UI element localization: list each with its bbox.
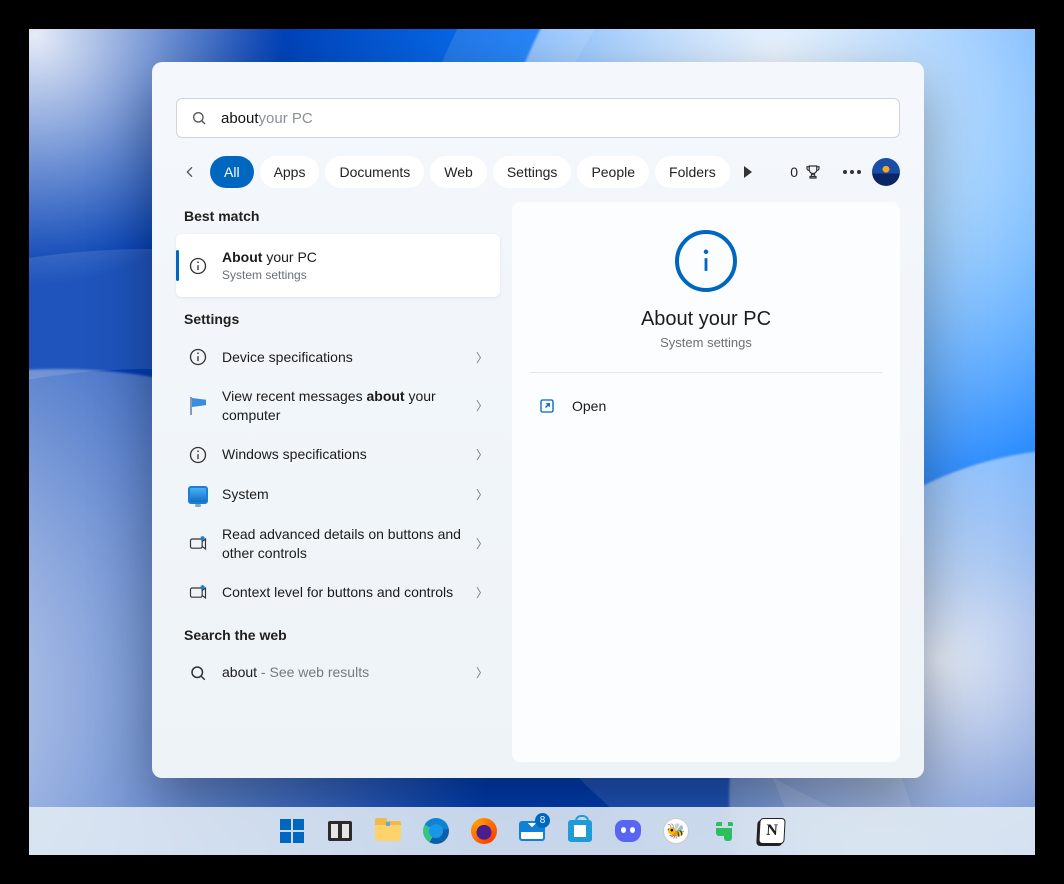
detail-subtitle: System settings: [660, 335, 752, 350]
section-title-web: Search the web: [184, 627, 500, 643]
chevron-right-icon: 〉: [476, 664, 488, 681]
flag-icon: [188, 396, 208, 416]
result-web-search[interactable]: about - See web results 〉: [176, 653, 500, 693]
filter-chip-people[interactable]: People: [577, 156, 649, 188]
edge-button[interactable]: [416, 811, 456, 851]
filter-chip-web[interactable]: Web: [430, 156, 487, 188]
accessibility-icon: [188, 583, 208, 603]
edge-icon: [423, 818, 449, 844]
results-list: Best match About your PC System settings…: [176, 202, 500, 762]
result-advanced-button-details[interactable]: Read advanced details on buttons and oth…: [176, 515, 500, 573]
open-link-icon: [538, 397, 556, 415]
file-explorer-button[interactable]: [368, 811, 408, 851]
firefox-icon: [471, 818, 497, 844]
file-explorer-icon: [375, 821, 401, 841]
search-autocomplete-suffix: your PC: [259, 110, 313, 127]
discord-icon: [615, 820, 641, 842]
open-button[interactable]: Open: [530, 385, 882, 427]
bee-icon: 🐝: [663, 818, 689, 844]
trophy-icon: [804, 163, 822, 181]
evernote-button[interactable]: [704, 811, 744, 851]
result-recent-messages[interactable]: View recent messages about your computer…: [176, 377, 500, 435]
result-device-specifications[interactable]: Device specifications 〉: [176, 337, 500, 377]
search-icon: [188, 663, 208, 683]
notion-icon: N: [758, 818, 785, 844]
info-icon: [188, 256, 208, 276]
filter-chips: All Apps Documents Web Settings People F…: [210, 156, 730, 188]
windows-logo-icon: [280, 819, 304, 843]
filter-chip-all[interactable]: All: [210, 156, 254, 188]
filter-chip-documents[interactable]: Documents: [325, 156, 424, 188]
evernote-icon: [712, 818, 736, 844]
mail-button[interactable]: 8: [512, 811, 552, 851]
result-best-match[interactable]: About your PC System settings: [176, 234, 500, 297]
accessibility-icon: [188, 534, 208, 554]
ellipsis-icon: [843, 170, 861, 174]
info-icon: [188, 445, 208, 465]
search-typed-text: about: [221, 110, 259, 127]
notion-button[interactable]: N: [752, 811, 792, 851]
detail-title: About your PC: [641, 308, 771, 331]
filter-chip-settings[interactable]: Settings: [493, 156, 572, 188]
chevron-right-icon: 〉: [476, 349, 488, 366]
task-view-button[interactable]: [320, 811, 360, 851]
more-options-button[interactable]: [838, 158, 866, 186]
info-icon: [188, 347, 208, 367]
result-context-level-controls[interactable]: Context level for buttons and controls 〉: [176, 573, 500, 613]
filters-scroll-right[interactable]: [736, 166, 760, 178]
result-windows-specifications[interactable]: Windows specifications 〉: [176, 435, 500, 475]
info-icon: [675, 230, 737, 292]
chevron-right-icon: 〉: [476, 584, 488, 601]
firefox-button[interactable]: [464, 811, 504, 851]
filter-chip-apps[interactable]: Apps: [260, 156, 320, 188]
chevron-right-icon: 〉: [476, 446, 488, 463]
chevron-right-icon: 〉: [476, 486, 488, 503]
bee-app-button[interactable]: 🐝: [656, 811, 696, 851]
rewards-points: 0: [790, 164, 798, 180]
microsoft-store-button[interactable]: [560, 811, 600, 851]
filter-chip-folders[interactable]: Folders: [655, 156, 730, 188]
start-button[interactable]: [272, 811, 312, 851]
rewards-button[interactable]: 0: [790, 163, 822, 181]
section-title-best-match: Best match: [184, 208, 500, 224]
discord-button[interactable]: [608, 811, 648, 851]
back-button[interactable]: [176, 158, 204, 186]
search-icon: [191, 110, 207, 126]
taskbar: 8 🐝 N: [29, 807, 1035, 855]
start-search-popup: about your PC All Apps Documents Web Set…: [152, 62, 924, 778]
result-system[interactable]: System 〉: [176, 475, 500, 515]
user-avatar[interactable]: [872, 158, 900, 186]
task-view-icon: [328, 821, 352, 841]
chevron-right-icon: 〉: [476, 397, 488, 414]
microsoft-store-icon: [568, 820, 592, 842]
chevron-right-icon: 〉: [476, 535, 488, 552]
monitor-icon: [188, 485, 208, 505]
section-title-settings: Settings: [184, 311, 500, 327]
search-input[interactable]: about your PC: [176, 98, 900, 138]
detail-pane: About your PC System settings Open: [512, 202, 900, 762]
mail-badge: 8: [535, 813, 550, 828]
